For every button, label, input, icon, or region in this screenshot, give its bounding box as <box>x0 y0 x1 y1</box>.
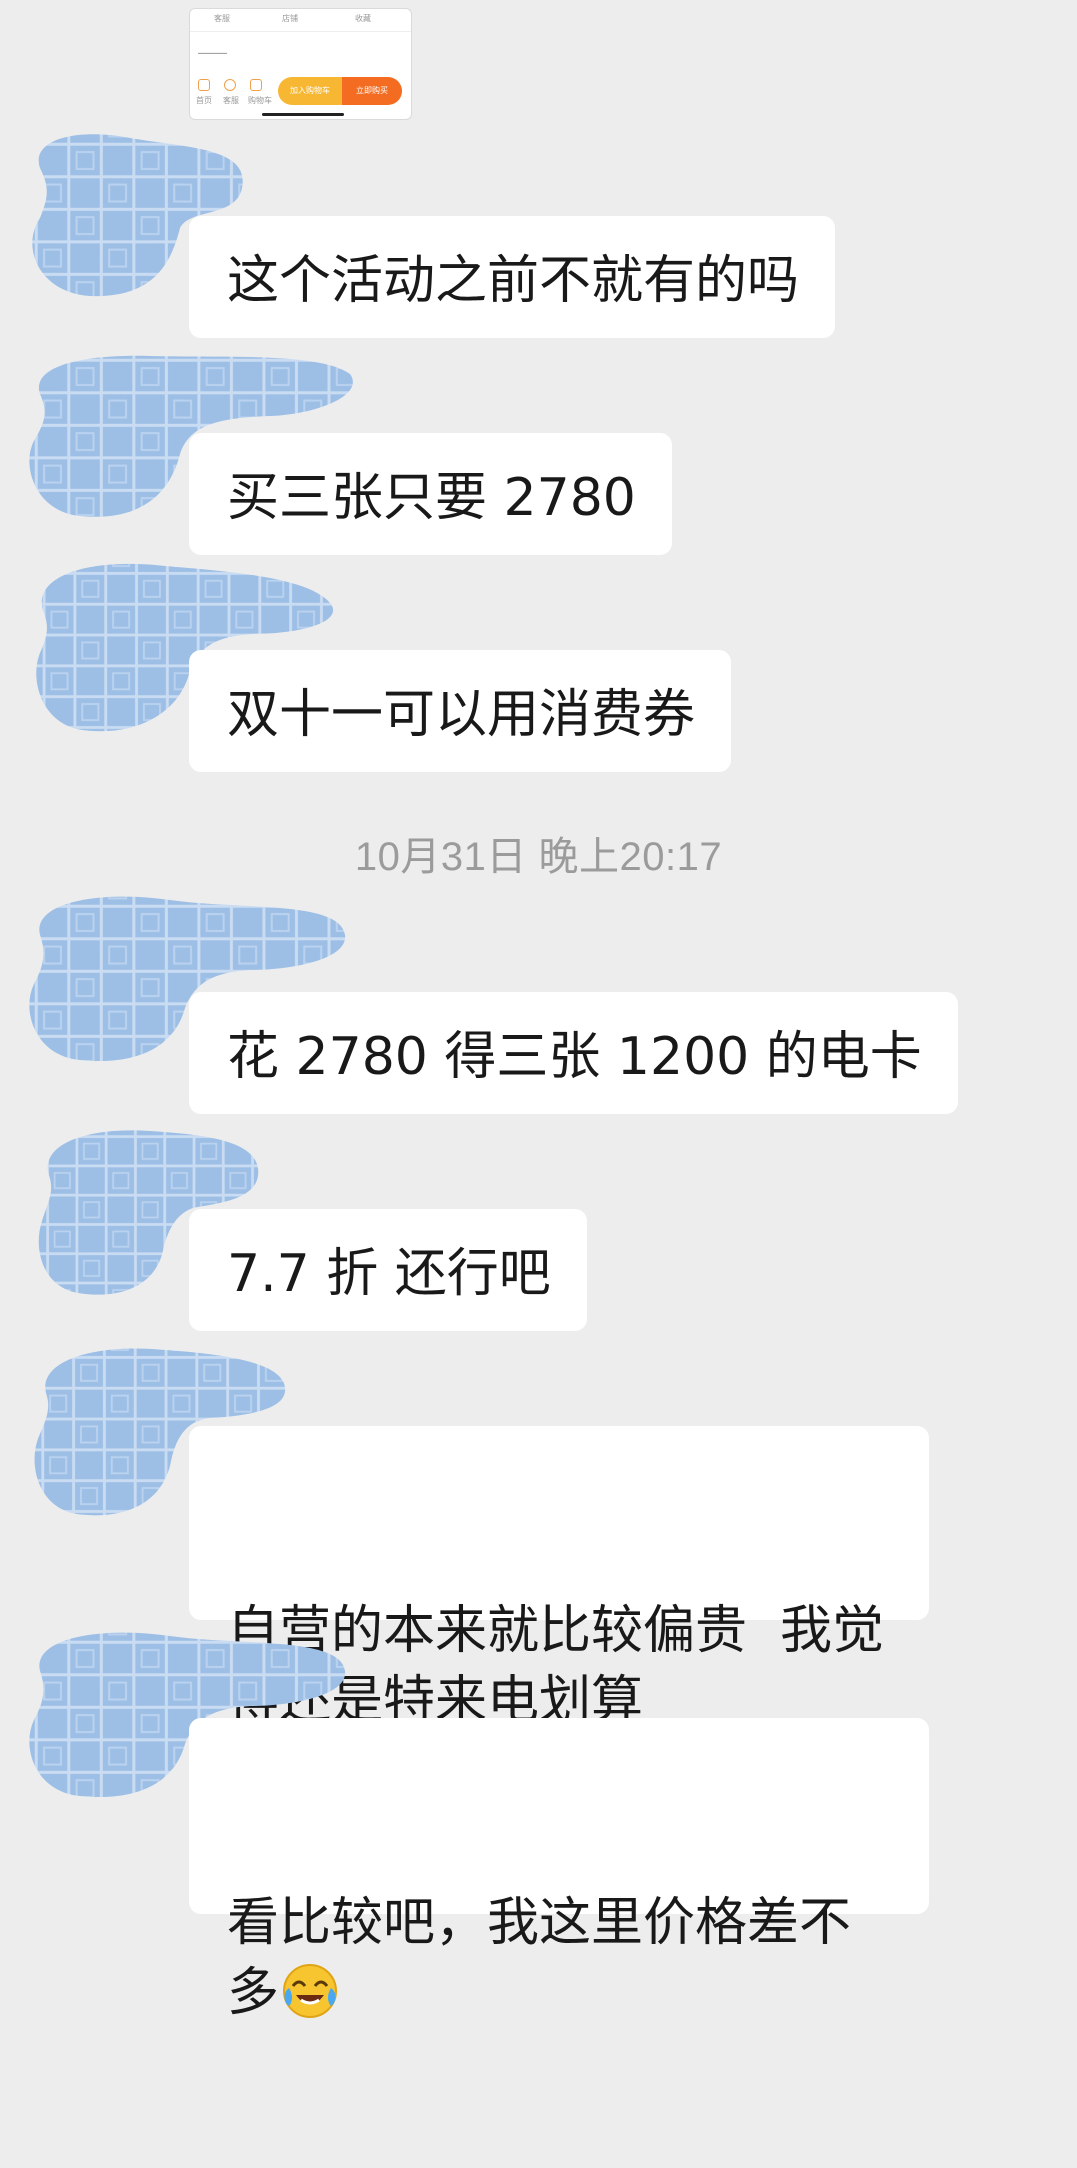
card-row2-item: 客服 <box>223 96 239 105</box>
card-top-row: 客服 店铺 收藏 <box>190 9 411 32</box>
add-to-cart-button[interactable]: 加入购物车 <box>278 77 342 105</box>
home-icon[interactable] <box>198 79 210 91</box>
message-text: 双十一可以用消费券 <box>227 685 696 745</box>
shared-product-card[interactable]: 客服 店铺 收藏 ────── 首页 客服 购物车 加入购物车 立即购买 <box>189 8 412 120</box>
crying-laughing-face-icon <box>283 1964 338 2018</box>
message-text: 看比较吧，我这里价格差不多 <box>227 1888 893 2028</box>
top-strip <box>0 0 1077 30</box>
card-caption: ────── <box>198 49 227 58</box>
cart-icon[interactable] <box>250 79 262 91</box>
message-bubble[interactable]: 自营的本来就比较偏贵 我觉得还是特来电划算 <box>189 1426 929 1731</box>
message-text: 7.7 折 还行吧 <box>227 1244 551 1304</box>
timestamp-divider: 10月31日 晚上20:17 <box>354 835 723 879</box>
message-bubble[interactable]: 这个活动之前不就有的吗 <box>189 216 836 338</box>
service-icon[interactable] <box>224 79 236 91</box>
message-text: 这个活动之前不就有的吗 <box>227 251 800 311</box>
message-bubble[interactable]: 双十一可以用消费券 <box>189 650 732 772</box>
card-row1-item: 店铺 <box>282 14 298 23</box>
buy-now-button[interactable]: 立即购买 <box>342 77 402 105</box>
card-row1-item: 客服 <box>214 14 230 23</box>
message-bubble[interactable]: 花 2780 得三张 1200 的电卡 <box>189 992 958 1114</box>
card-row2-item: 首页 <box>196 96 212 105</box>
message-text: 买三张只要 2780 <box>227 468 636 528</box>
message-bubble[interactable]: 买三张只要 2780 <box>189 433 672 555</box>
message-bubble[interactable]: 7.7 折 还行吧 <box>189 1209 587 1331</box>
card-row2-item: 购物车 <box>248 96 272 105</box>
card-row1-item: 收藏 <box>355 14 371 23</box>
home-indicator-bar <box>262 113 344 116</box>
message-bubble[interactable]: 看比较吧，我这里价格差不多 <box>189 1718 929 2023</box>
message-text: 花 2780 得三张 1200 的电卡 <box>227 1027 922 1087</box>
